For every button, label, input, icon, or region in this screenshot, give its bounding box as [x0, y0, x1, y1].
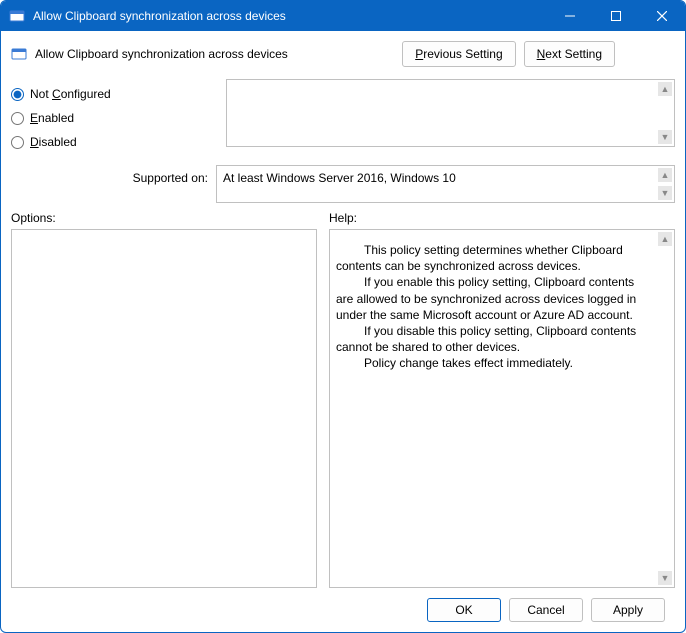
- window-title: Allow Clipboard synchronization across d…: [33, 9, 547, 23]
- titlebar: Allow Clipboard synchronization across d…: [1, 1, 685, 31]
- help-panel: This policy setting determines whether C…: [329, 229, 675, 588]
- content: Allow Clipboard synchronization across d…: [1, 31, 685, 632]
- window: Allow Clipboard synchronization across d…: [0, 0, 686, 633]
- scroll-down-icon[interactable]: ▼: [658, 130, 672, 144]
- scroll-down-icon[interactable]: ▼: [658, 186, 672, 200]
- apply-button[interactable]: Apply: [591, 598, 665, 622]
- policy-name-label: Allow Clipboard synchronization across d…: [35, 47, 402, 61]
- supported-on-value-box: At least Windows Server 2016, Windows 10…: [216, 165, 675, 203]
- radio-enabled-input[interactable]: [11, 112, 24, 125]
- scroll-up-icon[interactable]: ▲: [658, 232, 672, 246]
- scroll-up-icon[interactable]: ▲: [658, 82, 672, 96]
- help-text-3: If you disable this policy setting, Clip…: [336, 323, 654, 355]
- next-setting-button[interactable]: Next Setting: [524, 41, 615, 67]
- supported-on-value: At least Windows Server 2016, Windows 10: [223, 171, 456, 185]
- radio-not-configured[interactable]: Not Configured: [11, 87, 216, 101]
- minimize-button[interactable]: [547, 1, 593, 31]
- policy-icon: [11, 46, 27, 62]
- maximize-button[interactable]: [593, 1, 639, 31]
- options-panel: [11, 229, 317, 588]
- supported-on-label: Supported on:: [11, 165, 216, 185]
- dialog-footer: OK Cancel Apply: [11, 588, 675, 632]
- ok-button[interactable]: OK: [427, 598, 501, 622]
- scroll-down-icon[interactable]: ▼: [658, 571, 672, 585]
- help-text-4: Policy change takes effect immediately.: [336, 355, 654, 371]
- policy-icon: [9, 8, 25, 24]
- close-button[interactable]: [639, 1, 685, 31]
- radio-disabled-input[interactable]: [11, 136, 24, 149]
- help-header: Help:: [329, 211, 675, 225]
- radio-enabled[interactable]: Enabled: [11, 111, 216, 125]
- radio-not-configured-input[interactable]: [11, 88, 24, 101]
- radio-disabled[interactable]: Disabled: [11, 135, 216, 149]
- state-radios: Not Configured Enabled Disabled: [11, 79, 216, 159]
- options-header: Options:: [11, 211, 317, 225]
- previous-setting-button[interactable]: Previous Setting: [402, 41, 515, 67]
- help-text-1: This policy setting determines whether C…: [336, 242, 654, 274]
- scroll-up-icon[interactable]: ▲: [658, 168, 672, 182]
- comment-box[interactable]: ▲ ▼: [226, 79, 675, 147]
- help-text-2: If you enable this policy setting, Clipb…: [336, 274, 654, 323]
- cancel-button[interactable]: Cancel: [509, 598, 583, 622]
